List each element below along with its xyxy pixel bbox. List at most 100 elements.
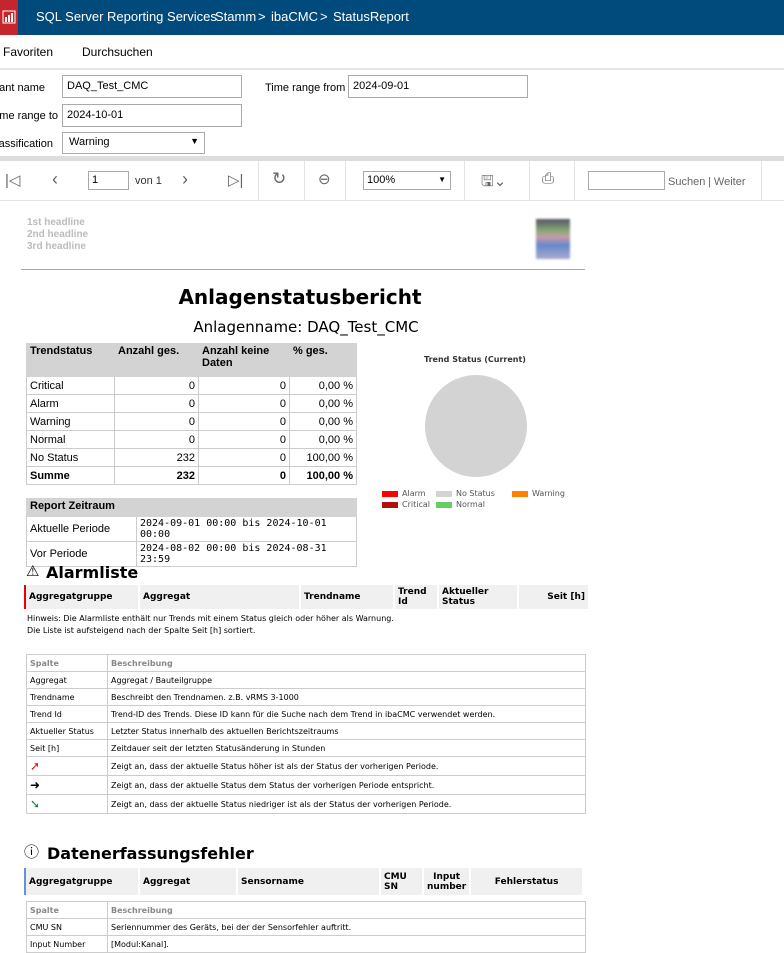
time-from-input[interactable]: 2024-09-01 (348, 75, 528, 98)
classification-select[interactable]: Warning ▼ (62, 132, 205, 154)
refresh-icon[interactable]: ↻ (272, 169, 286, 189)
description-row: Input Number [Modul:Kanal]. (26, 935, 586, 953)
prev-page-icon[interactable]: ‹ (52, 169, 58, 190)
sum-label: Summe (26, 466, 115, 485)
col-status: Aktueller Status (438, 585, 519, 609)
col-input-number: Input number (423, 868, 472, 895)
report-title: Anlagenstatusbericht (178, 285, 422, 309)
status-cell: 0 (114, 430, 199, 449)
sum-count: 232 (114, 466, 199, 485)
hint-line-2: Die Liste ist aufsteigend nach der Spalt… (27, 626, 256, 635)
status-row: Alarm 0 0 0,00 % (26, 394, 357, 413)
description-text: [Modul:Kanal]. (107, 935, 586, 953)
alarm-title: Alarmliste (46, 563, 139, 582)
breadcrumb-ibacmc[interactable]: ibaCMC (271, 9, 318, 24)
page-input[interactable]: 1 (88, 171, 129, 190)
legend-item: Critical (382, 500, 430, 509)
col-aggregat: Aggregat (139, 585, 301, 609)
breadcrumb-current: StatusReport (333, 9, 409, 24)
time-to-input[interactable]: 2024-10-01 (62, 104, 242, 127)
sum-no-data: 0 (198, 466, 290, 485)
hint-line-1: Hinweis: Die Alarmliste enthält nur Tren… (27, 614, 394, 623)
chevron-down-icon: ▼ (438, 175, 446, 184)
menu-bar: Favoriten Durchsuchen (0, 35, 784, 70)
col-sensorname: Sensorname (237, 868, 381, 895)
col-aggregatgruppe: Aggregatgruppe (25, 868, 140, 895)
first-page-icon[interactable]: |◁ (5, 171, 20, 189)
current-period-label: Aktuelle Periode (26, 516, 137, 542)
status-cell: Warning (26, 412, 115, 431)
description-row: Trendname Beschreibt den Trendnamen. z.B.… (26, 688, 586, 706)
save-icon[interactable]: 🖫⌄ (481, 171, 506, 196)
legend-swatch (436, 490, 452, 497)
legend-item: Normal (436, 500, 485, 509)
period-title: Report Zeitraum (26, 498, 357, 517)
col-trendname: Trendname (300, 585, 395, 609)
print-icon[interactable]: ⎙ (542, 170, 554, 187)
col-error-status: Fehlerstatus (470, 868, 584, 895)
description-row: ➚ Zeigt an, dass der aktuelle Status höhe… (26, 756, 586, 776)
column-name: Trendname (26, 688, 108, 706)
legend-swatch (512, 490, 528, 497)
breadcrumb-home[interactable]: Stamm (215, 9, 256, 24)
daq-description-table: Spalte Beschreibung CMU SN Seriennummer des… (26, 901, 586, 953)
alarm-list-header: Aggregatgruppe Aggregat Trendname Trend Id A… (24, 585, 590, 609)
app-title[interactable]: SQL Server Reporting Services (36, 9, 217, 24)
description-text: Zeigt an, dass der aktuelle Status niedr… (107, 794, 586, 814)
arrow-right-icon: ➜ (30, 778, 41, 792)
status-cell: 0,00 % (289, 376, 357, 395)
column-name: CMU SN (26, 918, 108, 936)
zoom-select[interactable]: 100% ▼ (363, 171, 451, 190)
status-cell: 0 (198, 448, 290, 467)
menu-browse[interactable]: Durchsuchen (82, 45, 153, 59)
headline-1: 1st headline (27, 217, 85, 228)
report-toolbar: |◁ ‹ 1 von 1 › ▷| ↻ ⊖ 100% ▼ 🖫⌄ ⎙ Suchen … (0, 161, 784, 201)
description-text: Zeigt an, dass der aktuelle Status dem S… (107, 775, 586, 795)
description-row: ➜ Zeigt an, dass der aktuelle Status dem … (26, 775, 586, 795)
find-next-link[interactable]: | Weiter (708, 176, 746, 188)
legend-label: Warning (532, 489, 565, 498)
alarm-description-table: Spalte Beschreibung Aggregat Aggregat / Bau… (26, 654, 586, 814)
status-cell: Normal (26, 430, 115, 449)
status-row: No Status 232 0 100,00 % (26, 448, 357, 467)
back-icon[interactable]: ⊖ (318, 170, 331, 188)
column-name: Aggregat (26, 671, 108, 689)
divider (21, 269, 585, 270)
description-text: Beschreibt den Trendnamen. z.B. vRMS 3-1… (107, 688, 586, 706)
legend-swatch (382, 501, 398, 508)
chevron-down-icon: ▼ (190, 136, 199, 146)
status-cell: 0 (198, 376, 290, 395)
status-cell: 0 (114, 376, 199, 395)
plant-name-input[interactable]: DAQ_Test_CMC (62, 75, 242, 98)
menu-favorites[interactable]: Favoriten (3, 45, 53, 59)
description-text: Beschreibung (107, 654, 586, 672)
legend-label: Critical (402, 500, 430, 509)
top-header: SQL Server Reporting Services Stamm > ib… (0, 0, 784, 35)
time-to-label: Time range to (0, 110, 58, 122)
last-page-icon[interactable]: ▷| (228, 171, 243, 189)
status-cell: 0 (198, 430, 290, 449)
arrow-up-icon: ➚ (30, 759, 41, 773)
legend-label: Normal (456, 500, 485, 509)
ssrs-logo-icon[interactable] (0, 0, 18, 35)
description-text: Zeitdauer seit der letzten Statusänderun… (107, 739, 586, 757)
description-row: Seit [h] Zeitdauer seit der letzten Statu… (26, 739, 586, 757)
description-row: Aktueller Status Letzter Status innerhalb… (26, 722, 586, 740)
status-cell: 0,00 % (289, 394, 357, 413)
search-input[interactable] (588, 171, 665, 190)
status-cell: Critical (26, 376, 115, 395)
find-link[interactable]: Suchen (668, 176, 705, 188)
status-row: Normal 0 0 0,00 % (26, 430, 357, 449)
next-page-icon[interactable]: › (182, 169, 188, 190)
column-name: Input Number (26, 935, 108, 953)
description-text: Letzter Status innerhalb des aktuellen B… (107, 722, 586, 740)
column-name: Seit [h] (26, 739, 108, 757)
col-count: Anzahl ges. (114, 343, 199, 377)
status-row: Critical 0 0 0,00 % (26, 376, 357, 395)
chart-legend: Alarm No Status Warning Critical Normal (382, 489, 582, 513)
description-text: Aggregat / Bauteilgruppe (107, 671, 586, 689)
description-row: Aggregat Aggregat / Bauteilgruppe (26, 671, 586, 689)
col-trendstatus: Trendstatus (26, 343, 115, 377)
daq-error-title: Datenerfassungsfehler (47, 844, 254, 863)
plant-subtitle: Anlagenname: DAQ_Test_CMC (193, 318, 419, 336)
